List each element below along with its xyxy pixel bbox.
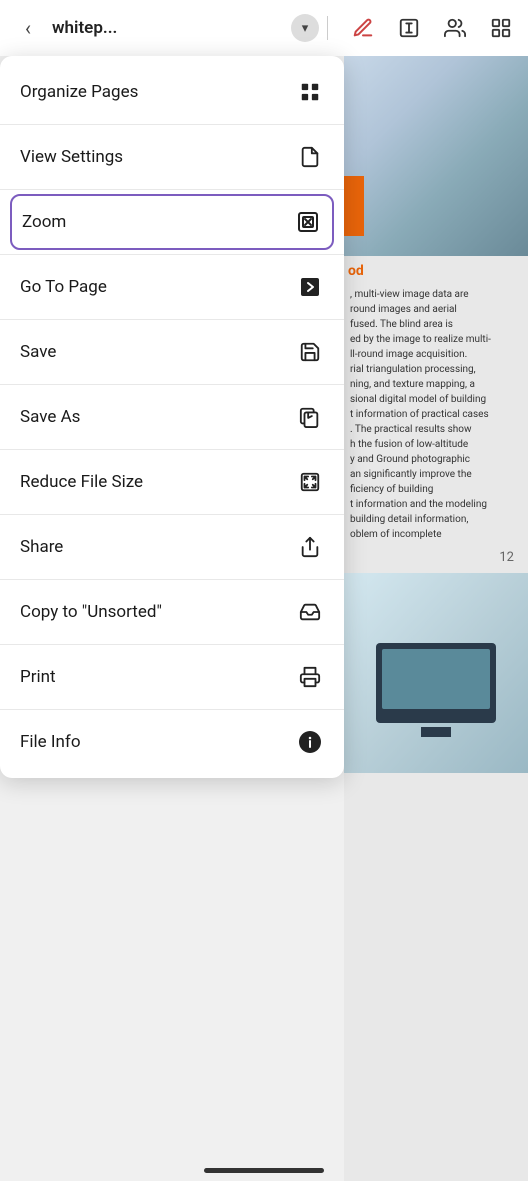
grid-icon	[296, 78, 324, 106]
save-as-label: Save As	[20, 407, 80, 427]
menu-item-organize-pages[interactable]: Organize Pages	[0, 64, 344, 120]
separator-6	[0, 449, 344, 450]
annotate-icon[interactable]	[348, 13, 378, 43]
reduce-file-size-label: Reduce File Size	[20, 472, 143, 492]
saveas-icon	[296, 403, 324, 431]
apps-grid-icon[interactable]	[486, 13, 516, 43]
zoom-label: Zoom	[22, 212, 66, 232]
orange-accent-bar	[344, 176, 364, 236]
compress-icon	[296, 468, 324, 496]
zoom-icon	[294, 208, 322, 236]
go-to-page-label: Go To Page	[20, 277, 107, 297]
menu-item-file-info[interactable]: File Info	[0, 714, 344, 770]
separator-2	[0, 189, 344, 190]
menu-item-print[interactable]: Print	[0, 649, 344, 705]
copy-to-unsorted-label: Copy to "Unsorted"	[20, 602, 162, 622]
save-label: Save	[20, 342, 56, 362]
home-indicator	[204, 1168, 324, 1173]
page-number-bottom: 12	[344, 550, 520, 565]
file-info-label: File Info	[20, 732, 81, 752]
separator-7	[0, 514, 344, 515]
share-upload-icon	[296, 533, 324, 561]
separator-4	[0, 319, 344, 320]
print-label: Print	[20, 667, 56, 687]
separator-1	[0, 124, 344, 125]
menu-item-view-settings[interactable]: View Settings	[0, 129, 344, 185]
page-text-content: , multi-view image data are round images…	[344, 279, 528, 550]
separator-9	[0, 644, 344, 645]
menu-item-reduce-file-size[interactable]: Reduce File Size	[0, 454, 344, 510]
context-menu: Organize Pages View Settings Zoom	[0, 56, 344, 778]
save-icon	[296, 338, 324, 366]
separator-8	[0, 579, 344, 580]
menu-item-copy-to-unsorted[interactable]: Copy to "Unsorted"	[0, 584, 344, 640]
monitor-illustration	[376, 643, 496, 723]
separator-10	[0, 709, 344, 710]
share-people-icon[interactable]	[440, 13, 470, 43]
menu-item-go-to-page[interactable]: Go To Page	[0, 259, 344, 315]
inbox-icon	[296, 598, 324, 626]
share-label: Share	[20, 537, 63, 557]
separator-5	[0, 384, 344, 385]
menu-item-zoom[interactable]: Zoom	[10, 194, 334, 250]
header-divider	[327, 16, 328, 40]
print-icon	[296, 663, 324, 691]
info-icon	[296, 728, 324, 756]
header-toolbar	[348, 13, 516, 43]
orange-text: od	[348, 263, 364, 279]
menu-item-save[interactable]: Save	[0, 324, 344, 380]
separator-3	[0, 254, 344, 255]
menu-item-share[interactable]: Share	[0, 519, 344, 575]
view-settings-label: View Settings	[20, 147, 123, 167]
document-title: whitep...	[52, 18, 283, 38]
page-image-top	[344, 56, 528, 256]
text-tool-icon[interactable]	[394, 13, 424, 43]
chevron-down-icon: ▾	[302, 21, 309, 36]
title-dropdown-button[interactable]: ▾	[291, 14, 319, 42]
back-button[interactable]: ‹	[12, 12, 44, 44]
document-icon	[296, 143, 324, 171]
page-area: 12 od , multi-view image data are round …	[344, 56, 528, 1181]
app-header: ‹ whitep... ▾	[0, 0, 528, 56]
arrow-right-box-icon	[296, 273, 324, 301]
menu-item-save-as[interactable]: Save As	[0, 389, 344, 445]
organize-pages-label: Organize Pages	[20, 82, 138, 102]
